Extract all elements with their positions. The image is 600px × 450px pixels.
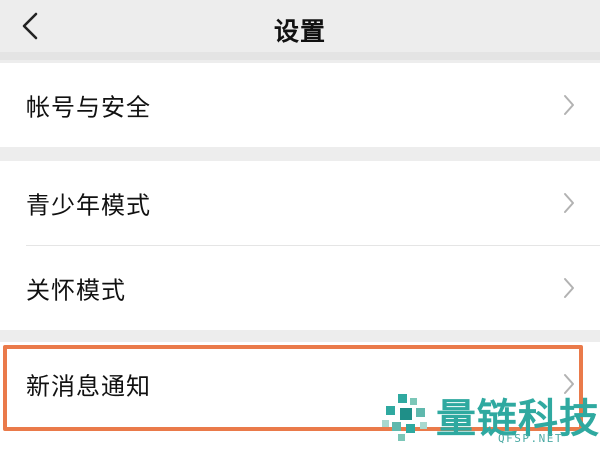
chevron-right-icon: [564, 193, 574, 213]
watermark: 量链科技 QFSP.NET: [380, 388, 600, 448]
settings-item-label: 青少年模式: [26, 191, 151, 220]
settings-item-account-security[interactable]: 帐号与安全: [0, 63, 600, 147]
settings-item-label: 帐号与安全: [26, 93, 151, 122]
chevron-right-icon: [564, 95, 574, 115]
page-title: 设置: [273, 17, 326, 46]
settings-item-teen-mode[interactable]: 青少年模式: [0, 161, 600, 245]
settings-item-label: 新消息通知: [26, 372, 151, 401]
header-separator: [0, 52, 600, 60]
settings-item-label: 关怀模式: [26, 276, 126, 305]
settings-item-care-mode[interactable]: 关怀模式: [0, 246, 600, 330]
watermark-subtext: QFSP.NET: [498, 432, 563, 445]
watermark-logo-icon: [382, 394, 427, 441]
settings-group-account: 帐号与安全: [0, 63, 600, 147]
nav-bar: 设置: [0, 0, 600, 52]
settings-group-modes: 青少年模式 关怀模式: [0, 161, 600, 330]
chevron-right-icon: [564, 278, 574, 298]
